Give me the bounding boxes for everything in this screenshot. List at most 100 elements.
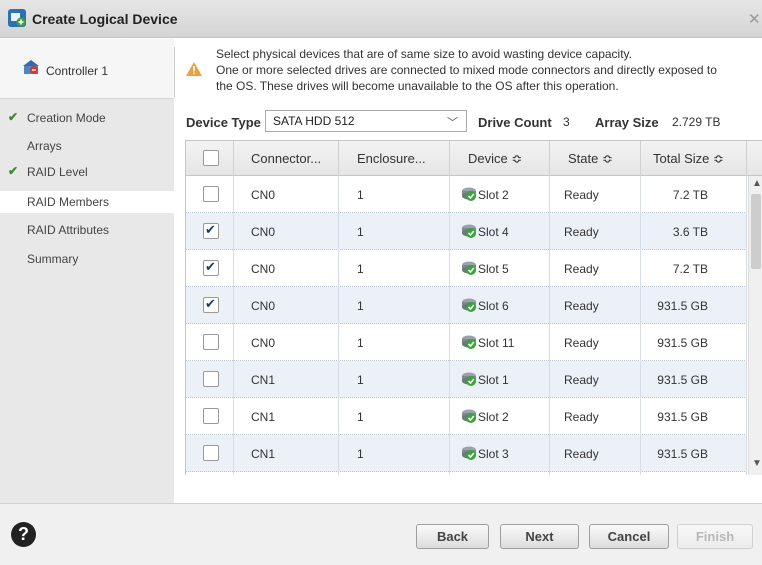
device-cell: Slot 3 [450,435,550,472]
close-icon[interactable]: ✕ [748,10,761,28]
connector-value: CN1 [251,447,276,461]
warning-divider [174,47,175,97]
device-label: Slot 4 [478,225,509,239]
device-cell: Slot 1 [450,361,550,398]
finish-button[interactable]: Finish [677,524,753,549]
column-label: Enclosure... [357,151,426,166]
device-label: Slot 3 [478,447,509,461]
scroll-down-icon[interactable]: ▼ [752,458,762,469]
connector-value: CN0 [251,188,276,202]
state-cell: Ready [550,398,641,435]
connector-cell: CN0 [234,287,339,324]
column-state[interactable]: State ≎ [550,141,641,176]
device-cell: Slot 4 [450,213,550,250]
size-cell: 3.6 TB [641,213,747,250]
state-value: Ready [564,447,599,461]
device-label: Slot 1 [478,373,509,387]
connector-value: CN0 [251,299,276,313]
enclosure-cell: 1 [339,287,450,324]
table-row[interactable]: CN0 1 Slot 2 Ready 7.2 TB [186,176,747,213]
device-cell: Slot 4 [450,472,550,475]
size-value: 7.2 TB [672,262,708,276]
step-raid-level[interactable]: ✔ RAID Level [0,161,174,183]
step-label: Creation Mode [27,111,106,125]
warning-line: One or more selected drives are connecte… [216,63,717,77]
column-label: State ≎ [568,151,613,166]
connector-value: CN1 [251,410,276,424]
controller-header: Controller 1 [0,39,174,99]
device-type-select[interactable]: SATA HDD 512 ﹀ [265,110,467,132]
connector-cell: CN1 [234,361,339,398]
table-row[interactable]: CN11Slot 4Ready931.5 GB [186,472,747,475]
table-row[interactable]: CN1 1 Slot 1 Ready 931.5 GB [186,361,747,398]
row-checkbox[interactable] [203,445,219,461]
table-row[interactable]: CN1 1 Slot 3 Ready 931.5 GB [186,435,747,472]
size-cell: 7.2 TB [641,250,747,287]
state-value: Ready [564,336,599,350]
column-connector[interactable]: Connector... [234,141,339,176]
step-summary[interactable]: Summary [0,248,174,270]
table-row[interactable]: CN0 1 Slot 4 Ready 3.6 TB [186,213,747,250]
warning-line: the OS. These drives will become unavail… [216,79,619,93]
state-value: Ready [564,225,599,239]
scroll-up-icon[interactable]: ▲ [752,178,762,189]
hdd-ready-icon [462,409,476,423]
step-raid-attributes[interactable]: RAID Attributes [0,219,174,241]
next-button[interactable]: Next [500,524,579,549]
enclosure-value: 1 [357,262,364,276]
enclosure-cell: 1 [339,250,450,287]
back-button[interactable]: Back [416,524,489,549]
size-cell: 931.5 GB [641,435,747,472]
select-all-header [186,141,234,176]
help-icon[interactable]: ? [11,522,36,547]
dropdown-chevron-icon: ﹀ [447,117,458,129]
row-checkbox[interactable] [203,296,219,313]
row-checkbox[interactable] [203,334,219,350]
hdd-ready-icon [462,224,476,238]
connector-cell: CN1 [234,435,339,472]
state-cell: Ready [550,472,641,475]
size-cell: 931.5 GB [641,361,747,398]
row-select-cell [186,472,234,475]
select-all-checkbox[interactable] [203,150,219,166]
size-value: 931.5 GB [657,336,708,350]
enclosure-cell: 1 [339,435,450,472]
table-row[interactable]: CN1 1 Slot 2 Ready 931.5 GB [186,398,747,435]
step-label: RAID Attributes [27,223,110,237]
step-creation-mode[interactable]: ✔ Creation Mode [0,107,174,129]
table-row[interactable]: CN0 1 Slot 6 Ready 931.5 GB [186,287,747,324]
table-scrollbar[interactable]: ▲ ▼ [748,176,762,475]
row-checkbox[interactable] [203,222,219,239]
row-select-cell [186,287,234,324]
add-device-icon [8,9,26,27]
cancel-button[interactable]: Cancel [589,524,669,549]
table-header: Connector... Enclosure... Device ≎ State… [186,140,762,176]
row-checkbox[interactable] [203,371,219,387]
device-filter-row: Device Type SATA HDD 512 ﹀ Drive Count 3… [186,110,746,132]
enclosure-cell: 1 [339,176,450,213]
column-device[interactable]: Device ≎ [450,141,550,176]
connector-value: CN0 [251,225,276,239]
device-cell: Slot 5 [450,250,550,287]
column-total-size[interactable]: Total Size ≎ [641,141,747,176]
enclosure-value: 1 [357,188,364,202]
enclosure-cell: 1 [339,213,450,250]
scroll-thumb[interactable] [751,194,761,269]
enclosure-cell: 1 [339,361,450,398]
enclosure-value: 1 [357,410,364,424]
step-raid-members[interactable]: RAID Members [0,191,174,213]
state-cell: Ready [550,324,641,361]
row-checkbox[interactable] [203,186,219,202]
size-cell: 931.5 GB [641,472,747,475]
column-enclosure[interactable]: Enclosure... [339,141,450,176]
table-row[interactable]: CN0 1 Slot 11 Ready 931.5 GB [186,324,747,361]
row-select-cell [186,250,234,287]
device-label: Slot 2 [478,410,509,424]
connector-cell: CN1 [234,472,339,475]
wizard-steps-panel: Controller 1 ✔ Creation Mode Arrays ✔ RA… [0,39,174,503]
table-row[interactable]: CN0 1 Slot 5 Ready 7.2 TB [186,250,747,287]
step-arrays[interactable]: Arrays [0,135,174,157]
connector-value: CN1 [251,373,276,387]
row-checkbox[interactable] [203,259,219,276]
row-checkbox[interactable] [203,408,219,424]
